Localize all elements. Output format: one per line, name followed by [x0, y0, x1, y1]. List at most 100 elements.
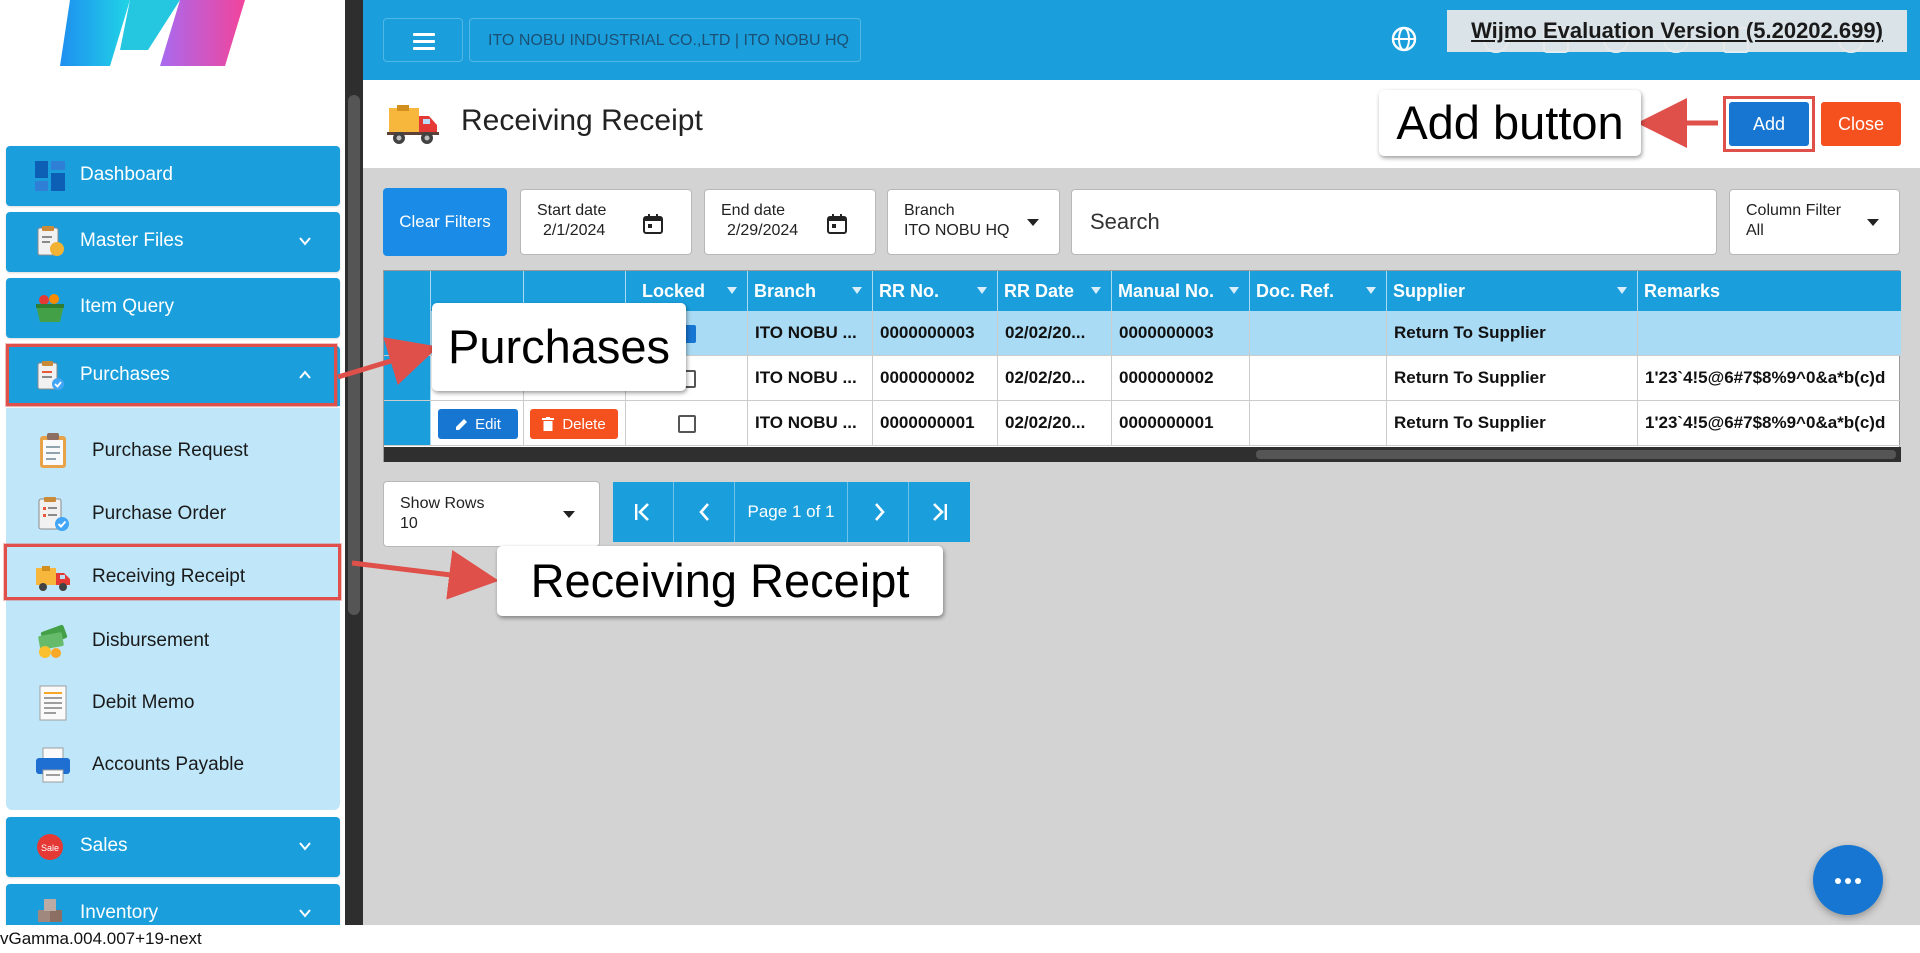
sidebar-item-label: Item Query	[80, 296, 174, 317]
start-date-field[interactable]: Start date 2/1/2024	[520, 189, 692, 255]
submenu-item-label: Purchase Request	[92, 440, 249, 461]
next-page-button[interactable]	[848, 482, 909, 542]
delete-button[interactable]: Delete	[530, 409, 618, 439]
sidebar-scrollbar[interactable]	[345, 0, 363, 925]
supplier-cell: Return To Supplier	[1387, 401, 1638, 445]
submenu-item-disbursement[interactable]: Disbursement	[6, 612, 340, 668]
column-header-supplier[interactable]: Supplier	[1387, 271, 1638, 311]
submenu-item-label: Disbursement	[92, 630, 210, 651]
show-rows-value: 10	[400, 515, 418, 532]
money-icon	[38, 624, 68, 658]
filter-icon[interactable]	[1366, 287, 1376, 294]
more-icon	[1855, 878, 1861, 884]
start-date-label: Start date	[537, 202, 607, 219]
branch-value: ITO NOBU HQ	[904, 222, 1010, 239]
locked-checkbox[interactable]	[678, 415, 696, 433]
wijmo-evaluation-watermark[interactable]: Wijmo Evaluation Version (5.20202.699)	[1447, 10, 1907, 52]
supplier-cell: Return To Supplier	[1387, 356, 1638, 400]
sidebar-scroll-thumb[interactable]	[348, 95, 360, 615]
first-page-icon	[635, 503, 649, 521]
rr-no-cell: 0000000003	[873, 311, 998, 355]
column-header-rr-date[interactable]: RR Date	[998, 271, 1112, 311]
rr-date-cell: 02/02/20...	[998, 356, 1112, 400]
row-header[interactable]	[384, 401, 431, 445]
purchases-submenu: Purchase Request Purchase Order Receivin…	[6, 408, 340, 810]
branch-label: Branch	[904, 202, 955, 219]
grid-horizontal-scrollbar[interactable]	[384, 447, 1901, 462]
globe-icon[interactable]	[1389, 24, 1419, 54]
rr-date-cell: 02/02/20...	[998, 311, 1112, 355]
chevron-down-icon	[299, 237, 311, 246]
hamburger-menu-button[interactable]	[383, 18, 463, 62]
sidebar-item-label: Sales	[80, 835, 128, 856]
master-files-icon	[37, 226, 64, 256]
manual-no-cell: 0000000002	[1112, 356, 1250, 400]
sidebar-item-item-query[interactable]: Item Query	[6, 278, 340, 338]
sidebar-item-master-files[interactable]: Master Files	[6, 212, 340, 272]
column-header-label: RR No.	[879, 281, 939, 301]
sidebar-item-sales[interactable]: Sale Sales	[6, 817, 340, 877]
previous-page-button[interactable]	[674, 482, 735, 542]
dashboard-icon	[35, 161, 65, 191]
doc-ref-cell	[1250, 356, 1387, 400]
filter-icon[interactable]	[852, 287, 862, 294]
calendar-icon[interactable]	[643, 214, 663, 234]
submenu-item-purchase-order[interactable]: Purchase Order	[6, 485, 340, 541]
filter-icon[interactable]	[1617, 287, 1627, 294]
end-date-field[interactable]: End date 2/29/2024	[704, 189, 876, 255]
filter-icon[interactable]	[1229, 287, 1239, 294]
submenu-item-accounts-payable[interactable]: Accounts Payable	[6, 736, 340, 792]
submenu-item-debit-memo[interactable]: Debit Memo	[6, 674, 340, 730]
last-page-button[interactable]	[909, 482, 970, 542]
row-header[interactable]	[384, 311, 431, 355]
clear-filters-button[interactable]: Clear Filters	[383, 188, 507, 256]
column-header-manual-no[interactable]: Manual No.	[1112, 271, 1250, 311]
app-logo	[60, 0, 245, 66]
column-filter-select[interactable]: Column Filter All	[1729, 189, 1900, 255]
column-header-rr-no[interactable]: RR No.	[873, 271, 998, 311]
rr-no-cell: 0000000001	[873, 401, 998, 445]
submenu-item-purchase-request[interactable]: Purchase Request	[6, 422, 340, 478]
column-header-branch[interactable]: Branch	[748, 271, 873, 311]
company-branch-label: ITO NOBU INDUSTRIAL CO.,LTD | ITO NOBU H…	[469, 18, 861, 62]
purchases-highlight	[6, 344, 337, 406]
doc-ref-cell	[1250, 311, 1387, 355]
svg-text:Sale: Sale	[41, 843, 59, 853]
sidebar-item-dashboard[interactable]: Dashboard	[6, 146, 340, 206]
locked-cell[interactable]	[626, 401, 748, 445]
remarks-cell: 1'23`4!5@6#7$8%9^0&a*b(c)d	[1645, 413, 1886, 432]
edit-button[interactable]: Edit	[438, 409, 518, 439]
search-input[interactable]	[1071, 189, 1717, 255]
sidebar: Dashboard Master Files Item Query Purcha…	[0, 0, 345, 925]
filter-icon[interactable]	[727, 287, 737, 294]
row-header[interactable]	[384, 356, 431, 400]
show-rows-select[interactable]: Show Rows 10	[383, 481, 600, 547]
column-header-remarks[interactable]: Remarks	[1638, 271, 1901, 311]
supplier-cell: Return To Supplier	[1387, 311, 1638, 355]
first-page-button[interactable]	[613, 482, 674, 542]
printer-icon	[36, 747, 70, 783]
main-content: Receiving Receipt Add Close Clear Filter…	[363, 80, 1920, 925]
close-button[interactable]: Close	[1821, 102, 1901, 146]
sidebar-item-inventory[interactable]: Inventory	[6, 884, 340, 925]
chevron-down-icon	[299, 909, 311, 918]
filter-icon[interactable]	[1091, 287, 1101, 294]
receiving-receipt-callout: Receiving Receipt	[497, 546, 943, 616]
table-row[interactable]: Edit Delete ITO NOBU ... 0000000001 02/0…	[384, 401, 1901, 446]
grid-scroll-thumb[interactable]	[1256, 450, 1896, 459]
filter-icon[interactable]	[977, 287, 987, 294]
column-header-label: Locked	[642, 281, 706, 301]
column-header-label: Doc. Ref.	[1256, 281, 1335, 301]
column-header-doc-ref[interactable]: Doc. Ref.	[1250, 271, 1387, 311]
column-header-label: Supplier	[1393, 281, 1466, 301]
more-actions-fab[interactable]	[1813, 845, 1883, 915]
column-filter-value: All	[1746, 222, 1764, 239]
delete-cell: Delete	[524, 401, 626, 445]
purchases-callout: Purchases	[432, 303, 686, 391]
show-rows-label: Show Rows	[400, 495, 485, 512]
column-header-label: Manual No.	[1118, 281, 1215, 301]
sidebar-item-label: Dashboard	[80, 164, 173, 185]
branch-cell: ITO NOBU ...	[748, 401, 873, 445]
calendar-icon[interactable]	[827, 214, 847, 234]
branch-select[interactable]: Branch ITO NOBU HQ	[887, 189, 1060, 255]
